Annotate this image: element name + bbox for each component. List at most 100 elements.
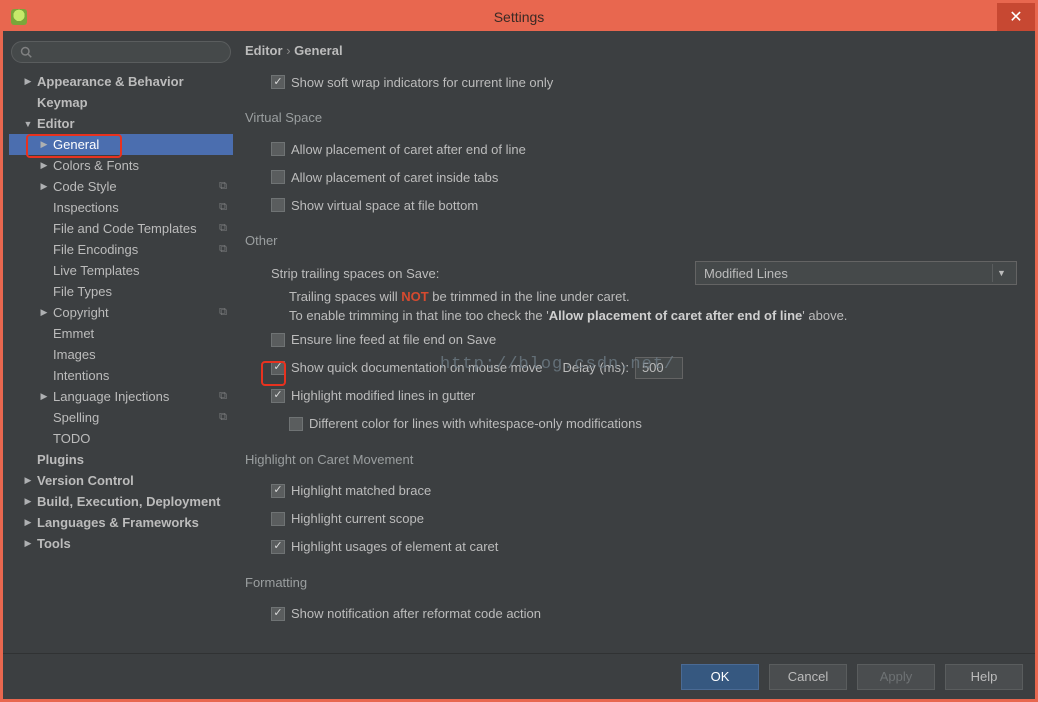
- tree-item-code-style[interactable]: ▶Code Style⧉: [9, 176, 233, 197]
- copy-icon: ⧉: [219, 222, 227, 235]
- tree-item-intentions[interactable]: Intentions: [9, 365, 233, 386]
- main-pane: Editor › General Show soft wrap indicato…: [233, 37, 1029, 653]
- tree-item-live-templates[interactable]: Live Templates: [9, 260, 233, 281]
- tree-item-todo[interactable]: TODO: [9, 428, 233, 449]
- tree-item-label: General: [53, 137, 99, 152]
- checkbox-caret-eol[interactable]: [271, 142, 285, 156]
- tree-item-language-injections[interactable]: ▶ Language Injections ⧉: [9, 386, 233, 407]
- input-delay-ms[interactable]: [635, 357, 683, 379]
- chevron-down-icon: ▼: [992, 264, 1010, 282]
- select-value: Modified Lines: [704, 266, 788, 281]
- checkbox-diff-whitespace[interactable]: [289, 417, 303, 431]
- spacer-icon: [39, 245, 49, 255]
- settings-tree[interactable]: ▶ Appearance & Behavior Keymap ▼ Editor ▶ Gene…: [9, 69, 233, 653]
- spacer-icon: [39, 224, 49, 234]
- tree-item-emmet[interactable]: Emmet: [9, 323, 233, 344]
- chevron-right-icon: ▶: [39, 392, 49, 402]
- search-field[interactable]: [11, 41, 231, 63]
- tree-item-keymap[interactable]: Keymap: [9, 92, 233, 113]
- tree-item-plugins[interactable]: Plugins: [9, 449, 233, 470]
- checkbox-matched-brace[interactable]: [271, 484, 285, 498]
- tree-item-build-execution-deployment[interactable]: ▶ Build, Execution, Deployment: [9, 491, 233, 512]
- select-strip-spaces[interactable]: Modified Lines ▼: [695, 261, 1017, 285]
- tree-item-label: Inspections: [53, 200, 119, 215]
- tree-item-inspections[interactable]: Inspections⧉: [9, 197, 233, 218]
- checkbox-highlight-modified[interactable]: [271, 389, 285, 403]
- app-icon: [11, 9, 27, 25]
- label-usages: Highlight usages of element at caret: [291, 539, 498, 554]
- spacer-icon: [23, 455, 33, 465]
- tree-item-spelling[interactable]: Spelling ⧉: [9, 407, 233, 428]
- tree-item-colors-fonts[interactable]: ▶ Colors & Fonts: [9, 155, 233, 176]
- spacer-icon: [39, 413, 49, 423]
- tree-item-label: Emmet: [53, 326, 94, 341]
- checkbox-caret-tabs[interactable]: [271, 170, 285, 184]
- tree-item-editor[interactable]: ▼ Editor: [9, 113, 233, 134]
- section-formatting: Formatting: [245, 575, 1017, 590]
- tree-item-file-types[interactable]: File Types: [9, 281, 233, 302]
- checkbox-virtual-bottom[interactable]: [271, 198, 285, 212]
- chevron-right-icon: ▶: [39, 161, 49, 171]
- spacer-icon: [39, 266, 49, 276]
- checkbox-reformat-notify[interactable]: [271, 607, 285, 621]
- cancel-button[interactable]: Cancel: [769, 664, 847, 690]
- close-icon: ✕: [1009, 7, 1022, 27]
- section-virtual-space: Virtual Space: [245, 110, 1017, 125]
- search-icon: [20, 46, 32, 58]
- close-button[interactable]: ✕: [997, 3, 1035, 31]
- tree-item-label: File Types: [53, 284, 112, 299]
- tree-item-version-control[interactable]: ▶Version Control: [9, 470, 233, 491]
- chevron-right-icon: ▶: [23, 77, 33, 87]
- tree-item-images[interactable]: Images: [9, 344, 233, 365]
- checkbox-usages[interactable]: [271, 540, 285, 554]
- checkbox-quick-doc[interactable]: [271, 361, 285, 375]
- copy-icon: ⧉: [219, 180, 227, 193]
- tree-item-tools[interactable]: ▶ Tools: [9, 533, 233, 554]
- tree-item-label: Spelling: [53, 410, 99, 425]
- chevron-down-icon: ▼: [23, 119, 33, 129]
- chevron-right-icon: ▶: [23, 497, 33, 507]
- tree-item-copyright[interactable]: ▶Copyright⧉: [9, 302, 233, 323]
- label-diff-whitespace: Different color for lines with whitespac…: [309, 416, 642, 431]
- strip-note: Trailing spaces will NOT be trimmed in t…: [271, 288, 1017, 326]
- search-input[interactable]: [36, 45, 222, 59]
- label-quick-doc: Show quick documentation on mouse move: [291, 360, 542, 375]
- apply-button[interactable]: Apply: [857, 664, 935, 690]
- label-caret-eol: Allow placement of caret after end of li…: [291, 142, 526, 157]
- chevron-right-icon: ▶: [39, 182, 49, 192]
- tree-item-languages-frameworks[interactable]: ▶Languages & Frameworks: [9, 512, 233, 533]
- chevron-right-icon: ▶: [23, 539, 33, 549]
- tree-item-label: Colors & Fonts: [53, 158, 139, 173]
- titlebar: Settings ✕: [3, 3, 1035, 31]
- tree-item-label: Appearance & Behavior: [37, 74, 184, 89]
- label-strip: Strip trailing spaces on Save:: [271, 266, 439, 281]
- label-delay: Delay (ms):: [562, 360, 628, 375]
- label-caret-tabs: Allow placement of caret inside tabs: [291, 170, 498, 185]
- copy-icon: ⧉: [219, 243, 227, 256]
- checkbox-current-scope[interactable]: [271, 512, 285, 526]
- tree-item-label: Language Injections: [53, 389, 169, 404]
- copy-icon: ⧉: [219, 411, 227, 424]
- spacer-icon: [23, 98, 33, 108]
- tree-item-file-encodings[interactable]: File Encodings⧉: [9, 239, 233, 260]
- tree-item-label: Tools: [37, 536, 71, 551]
- tree-item-label: Build, Execution, Deployment: [37, 494, 220, 509]
- tree-item-general[interactable]: ▶ General: [9, 134, 233, 155]
- tree-item-label: Copyright: [53, 305, 109, 320]
- label-softwrap: Show soft wrap indicators for current li…: [291, 75, 553, 90]
- window-title: Settings: [494, 9, 545, 25]
- tree-item-file-and-code-templates[interactable]: File and Code Templates⧉: [9, 218, 233, 239]
- spacer-icon: [39, 371, 49, 381]
- spacer-icon: [39, 350, 49, 360]
- tree-item-label: Plugins: [37, 452, 84, 467]
- checkbox-ensure-lf[interactable]: [271, 333, 285, 347]
- tree-item-appearance-behavior[interactable]: ▶ Appearance & Behavior: [9, 71, 233, 92]
- ok-button[interactable]: OK: [681, 664, 759, 690]
- tree-item-label: TODO: [53, 431, 90, 446]
- tree-item-label: Editor: [37, 116, 75, 131]
- help-button[interactable]: Help: [945, 664, 1023, 690]
- copy-icon: ⧉: [219, 390, 227, 403]
- chevron-right-icon: ▶: [39, 140, 49, 150]
- tree-item-label: Languages & Frameworks: [37, 515, 199, 530]
- checkbox-softwrap[interactable]: [271, 75, 285, 89]
